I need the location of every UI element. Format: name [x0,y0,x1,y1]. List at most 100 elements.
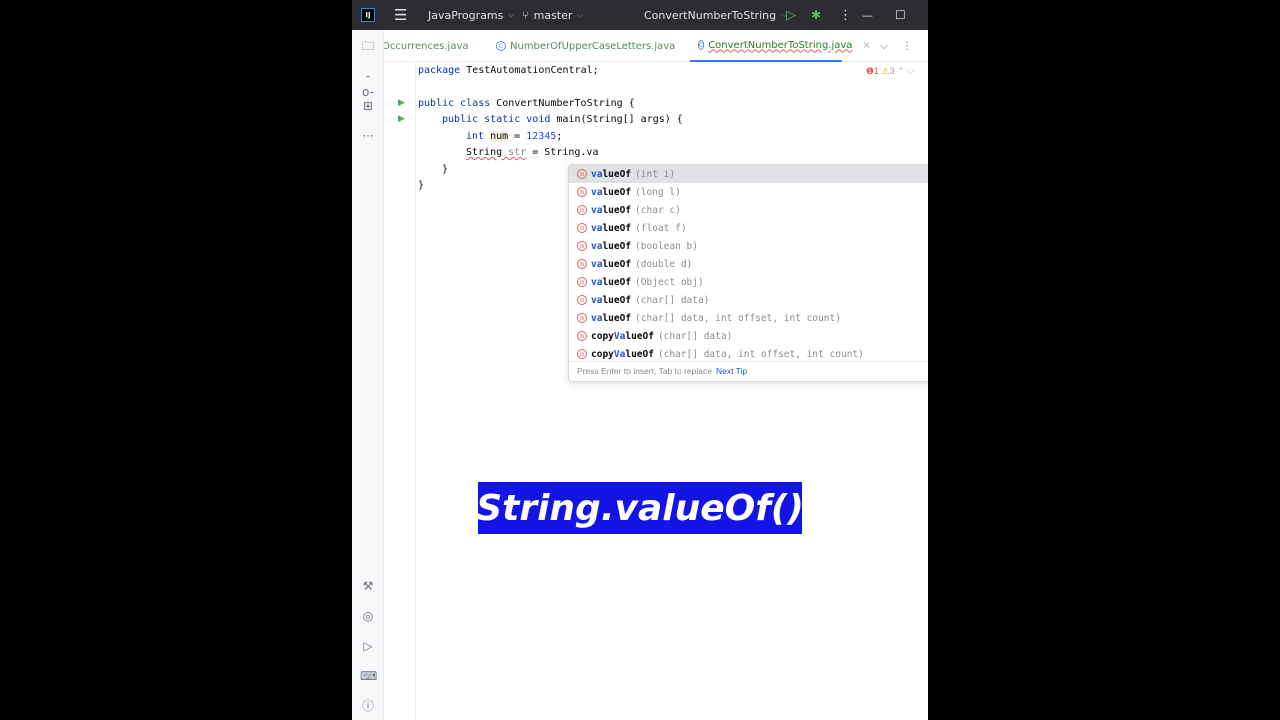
method-icon: m [577,313,587,323]
inspection-widget[interactable]: ❶1 ⚠3 ⌃ ⌵ [866,63,914,79]
branch-name: master [534,9,573,22]
next-tip-link[interactable]: Next Tip [716,366,747,376]
method-params: (char c) [635,205,681,216]
structure-icon[interactable]: ⊞ [360,98,376,114]
method-icon: m [577,331,587,341]
method-name: copyValueOf [591,331,654,342]
debug-icon[interactable]: ✱ [811,0,821,30]
tab-list-chevron-icon[interactable]: ⌵ [880,30,888,62]
code-line: } [418,178,424,194]
method-name: valueOf [591,205,631,216]
method-icon: m [577,223,587,233]
class-icon: C [698,40,704,50]
build-icon[interactable]: ⚒ [360,578,376,594]
completion-item[interactable]: m valueOf (double d) [569,255,928,273]
run-class-icon[interactable]: ▶ [398,98,405,108]
method-icon: m [577,169,587,179]
completion-item[interactable]: m valueOf (boolean b) [569,237,928,255]
tab-convert-number-to-string[interactable]: CConvertNumberToString.java× [690,30,842,62]
method-icon: m [577,277,587,287]
method-params: (int i) [635,169,675,180]
tab-more-icon[interactable]: ⋮ [902,30,912,62]
code-line: public class ConvertNumberToString { [418,96,635,112]
completion-hint: Press Enter to insert, Tab to replaceNex… [569,361,928,381]
method-icon: m [577,259,587,269]
minimize-icon[interactable]: — [862,0,873,30]
error-icon: ❶ [866,66,874,76]
branch-icon: ⑂ [522,9,529,22]
run-icon[interactable]: ▷ [786,0,796,30]
run-config-name: ConvertNumberToString [644,9,776,22]
method-icon: m [577,349,587,359]
terminal-icon[interactable]: ⌨ [360,668,376,684]
completion-item[interactable]: m valueOf (char[] data, int offset, int co… [569,309,928,327]
method-name: valueOf [591,223,631,234]
project-folder-icon[interactable]: 🗀 [360,38,376,54]
method-icon: m [577,241,587,251]
method-name: valueOf [591,295,631,306]
method-params: (Object obj) [635,277,704,288]
left-tool-strip: 🗀 -o- ⊞ ··· ⚒ ◎ ▷ ⌨ ⓘ [352,30,384,720]
chevron-down-icon: ⌵ [577,10,583,20]
completion-popup: m valueOf (int i) m valueOf (long l) m valueOf (… [568,164,928,382]
class-icon: C [496,41,506,51]
tab-number-of-uppercase-letters[interactable]: CNumberOfUpperCaseLetters.java [496,30,675,62]
run-main-icon[interactable]: ▶ [398,114,405,124]
method-icon: m [577,295,587,305]
method-params: (float f) [635,223,686,234]
method-name: valueOf [591,187,631,198]
run-tool-icon[interactable]: ▷ [360,638,376,654]
completion-item[interactable]: m copyValueOf (char[] data) [569,327,928,345]
method-params: (double d) [635,259,692,270]
commit-icon[interactable]: -o- [360,68,376,84]
tab-label: Occurrences.java [382,41,469,52]
project-name: JavaPrograms [428,9,503,22]
run-config-selector[interactable]: ConvertNumberToString⌵ [644,0,787,30]
ide-window: IJ ☰ JavaPrograms ⌵ ⑂ master ⌵ ConvertNumbe… [352,0,928,720]
more-tools-icon[interactable]: ··· [360,128,376,144]
completion-item[interactable]: m valueOf (long l) [569,183,928,201]
method-name: valueOf [591,313,631,324]
tab-occurrences[interactable]: Occurrences.java [386,30,469,62]
intellij-logo-icon: IJ [361,8,375,22]
method-params: (char[] data, int offset, int count) [658,349,864,360]
project-selector[interactable]: JavaPrograms ⌵ [428,0,514,30]
warning-count: 3 [890,66,895,76]
completion-item[interactable]: m valueOf (char c) [569,201,928,219]
method-name: valueOf [591,259,631,270]
warning-icon: ⚠ [882,66,890,76]
chevron-down-icon: ⌵ [508,10,514,20]
code-line: package TestAutomationCentral; [418,63,599,79]
method-icon: m [577,187,587,197]
code-line: } [442,162,448,178]
maximize-icon[interactable]: ☐ [895,0,906,30]
editor-tabs: Occurrences.java CNumberOfUpperCaseLette… [352,30,928,62]
method-icon: m [577,205,587,215]
editor-gutter: ▶ ▶ [384,62,416,720]
more-icon[interactable]: ⋮ [839,0,852,30]
method-name: valueOf [591,277,631,288]
close-tab-icon[interactable]: × [862,40,870,51]
completion-item[interactable]: m valueOf (float f) [569,219,928,237]
caption-banner: String.valueOf() [478,482,802,534]
method-name: valueOf [591,169,631,180]
method-params: (boolean b) [635,241,698,252]
completion-item[interactable]: m valueOf (int i) [569,165,928,183]
error-count: 1 [874,66,879,76]
code-line: int num = 12345; [466,129,562,145]
method-name: copyValueOf [591,349,654,360]
completion-item[interactable]: m valueOf (Object obj) [569,273,928,291]
completion-item[interactable]: m valueOf (char[] data) [569,291,928,309]
problems-icon[interactable]: ⓘ [360,698,376,714]
method-name: valueOf [591,241,631,252]
main-menu-icon[interactable]: ☰ [394,0,407,30]
method-params: (char[] data) [635,295,709,306]
code-line: String str = String.va [466,145,598,161]
title-bar: IJ ☰ JavaPrograms ⌵ ⑂ master ⌵ ConvertNumbe… [352,0,928,30]
services-icon[interactable]: ◎ [360,608,376,624]
method-params: (char[] data, int offset, int count) [635,313,841,324]
method-params: (char[] data) [658,331,732,342]
branch-selector[interactable]: ⑂ master ⌵ [522,0,583,30]
code-line: public static void main(String[] args) { [442,112,683,128]
method-params: (long l) [635,187,681,198]
